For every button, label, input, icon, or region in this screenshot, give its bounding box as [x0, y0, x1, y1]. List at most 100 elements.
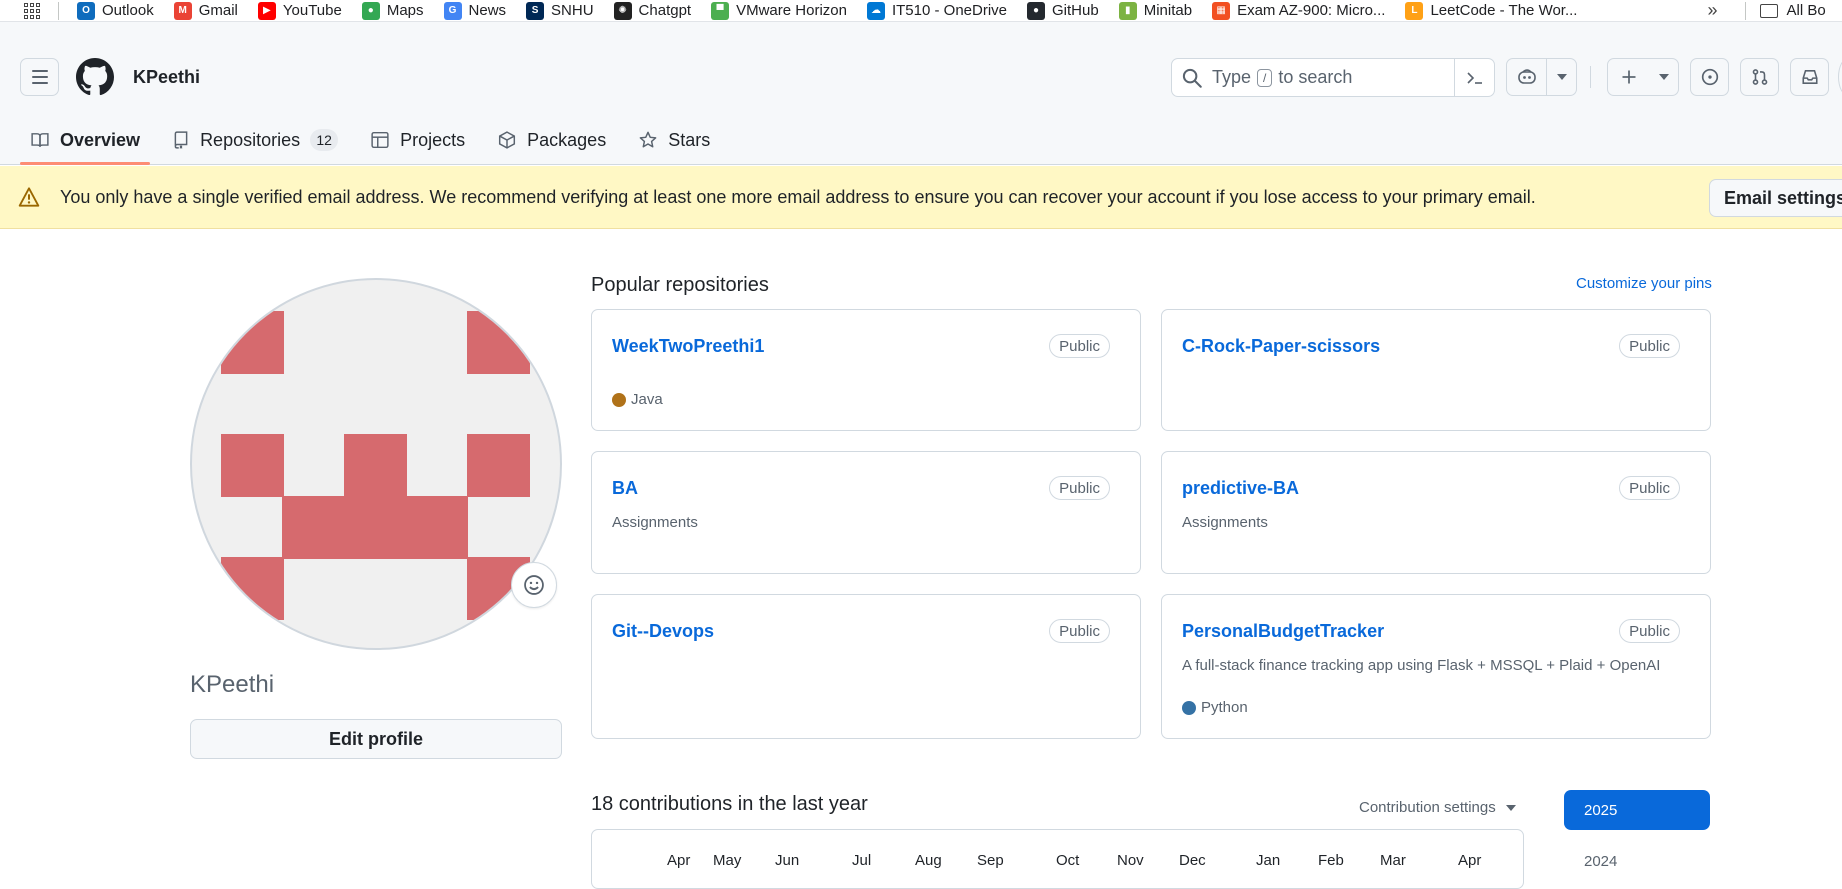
visibility-badge: Public	[1049, 619, 1110, 643]
bookmark-label: SNHU	[551, 2, 594, 19]
all-bookmarks-label: All Bo	[1786, 2, 1826, 19]
menu-button[interactable]	[20, 58, 59, 96]
command-palette-button[interactable]	[1454, 59, 1494, 96]
repo-name-link[interactable]: WeekTwoPreethi1	[612, 336, 764, 357]
tab-packages[interactable]: Packages	[487, 116, 616, 164]
repo-description: Assignments	[1182, 514, 1268, 531]
smiley-icon	[524, 575, 544, 595]
month-label: Jun	[775, 852, 800, 869]
all-bookmarks-button[interactable]: All Bo	[1745, 1, 1826, 20]
repo-description: A full-stack finance tracking app using …	[1182, 657, 1661, 674]
pull-requests-button[interactable]	[1740, 58, 1779, 96]
book-icon	[31, 133, 49, 147]
month-label: Jul	[852, 852, 872, 869]
repo-name-link[interactable]: PersonalBudgetTracker	[1182, 621, 1384, 642]
repo-language: Python	[1182, 699, 1248, 716]
create-new-button[interactable]	[1607, 58, 1679, 96]
edit-profile-button[interactable]: Edit profile	[190, 719, 562, 759]
visibility-badge: Public	[1619, 476, 1680, 500]
month-label: Nov	[1117, 852, 1144, 869]
repo-name-link[interactable]: Git--Devops	[612, 621, 714, 642]
year-link[interactable]: 2024	[1584, 853, 1617, 870]
maps-icon: ●	[361, 1, 380, 20]
apps-grid-icon[interactable]	[22, 1, 42, 21]
bookmark-item[interactable]: ● Maps	[361, 1, 424, 20]
inbox-icon	[1801, 70, 1818, 84]
contribution-settings-label: Contribution settings	[1359, 799, 1496, 816]
repo-description: Assignments	[612, 514, 698, 531]
tab-repositories[interactable]: Repositories 12	[162, 116, 348, 164]
create-dropdown-icon	[1650, 59, 1678, 95]
terminal-icon	[1466, 71, 1482, 84]
bookmark-item[interactable]: ▀ VMware Horizon	[711, 1, 847, 20]
bookmark-item[interactable]: G News	[443, 1, 506, 20]
tab-stars[interactable]: Stars	[628, 116, 720, 164]
microsoft-icon: ▦	[1212, 1, 1231, 20]
set-status-button[interactable]	[511, 562, 557, 608]
language-color-dot	[612, 392, 626, 407]
inbox-button[interactable]	[1790, 58, 1829, 96]
bookmark-item[interactable]: M Gmail	[173, 1, 238, 20]
year-button-selected[interactable]: 2025	[1564, 790, 1710, 830]
month-label: Apr	[667, 852, 691, 869]
tab-overview[interactable]: Overview	[20, 116, 151, 165]
issues-button[interactable]	[1690, 58, 1729, 96]
bookmark-label: GitHub	[1052, 2, 1099, 19]
hamburger-icon	[31, 68, 48, 86]
copilot-dropdown-icon[interactable]	[1547, 59, 1576, 95]
search-placeholder-prefix: Type	[1212, 67, 1252, 87]
github-icon: ●	[1027, 1, 1046, 20]
tab-label: Packages	[527, 129, 607, 150]
search-input[interactable]: Type / to search	[1171, 58, 1495, 97]
tab-label: Projects	[400, 129, 466, 150]
chatgpt-icon: ✺	[613, 1, 632, 20]
month-label: Apr	[1458, 852, 1482, 869]
user-avatar-button[interactable]	[1838, 58, 1842, 96]
repo-card: Git--Devops Public	[591, 594, 1141, 739]
bookmark-item[interactable]: O Outlook	[77, 1, 154, 20]
bookmarks-overflow-icon[interactable]: »	[1707, 0, 1717, 21]
repo-card: PersonalBudgetTracker Public A full-stac…	[1161, 594, 1711, 739]
bookmark-item[interactable]: L LeetCode - The Wor...	[1405, 1, 1578, 20]
bookmark-item[interactable]: ☁ IT510 - OneDrive	[866, 1, 1007, 20]
header-username[interactable]: KPeethi	[133, 67, 200, 88]
table-icon	[371, 131, 389, 149]
bookmark-item[interactable]: ▶ YouTube	[257, 1, 342, 20]
visibility-badge: Public	[1049, 476, 1110, 500]
bookmark-label: Gmail	[198, 2, 238, 19]
search-placeholder-suffix: to search	[1278, 67, 1353, 87]
avatar[interactable]	[190, 278, 562, 650]
repo-name-link[interactable]: predictive-BA	[1182, 478, 1299, 499]
tab-label: Stars	[668, 129, 711, 150]
snhu-icon: S	[526, 1, 545, 20]
copilot-icon[interactable]	[1507, 59, 1547, 95]
contribution-settings-dropdown[interactable]: Contribution settings	[1359, 799, 1516, 816]
bookmark-label: LeetCode - The Wor...	[1430, 2, 1578, 19]
folder-icon	[1760, 3, 1779, 18]
copilot-button[interactable]	[1506, 58, 1577, 96]
bookmark-item[interactable]: ▮ Minitab	[1118, 1, 1192, 20]
contributions-heading: 18 contributions in the last year	[591, 793, 868, 815]
youtube-icon: ▶	[257, 1, 276, 20]
bookmark-item[interactable]: ● GitHub	[1027, 1, 1099, 20]
bookmark-list: O Outlook M Gmail ▶ YouTube ● Maps G News S SNHU ✺ Ch…	[77, 1, 1597, 20]
repo-icon	[174, 131, 188, 149]
github-logo-icon[interactable]	[76, 58, 114, 96]
customize-pins-link[interactable]: Customize your pins	[1576, 275, 1712, 292]
bookmarks-divider	[58, 1, 59, 20]
bookmark-item[interactable]: ▦ Exam AZ-900: Micro...	[1212, 1, 1385, 20]
repo-name-link[interactable]: BA	[612, 478, 638, 499]
search-icon	[1182, 68, 1202, 88]
github-header: KPeethi Type / to search Overview Reposi…	[0, 22, 1842, 165]
alert-icon	[18, 187, 40, 207]
bookmark-item[interactable]: ✺ Chatgpt	[613, 1, 691, 20]
popular-repositories-heading: Popular repositories	[591, 274, 769, 296]
bookmark-item[interactable]: S SNHU	[526, 1, 594, 20]
gmail-icon: M	[173, 1, 192, 20]
tab-projects[interactable]: Projects	[360, 116, 475, 164]
email-settings-button[interactable]: Email settings	[1709, 179, 1842, 217]
repo-count-badge: 12	[310, 129, 339, 151]
bookmark-label: Outlook	[102, 2, 154, 19]
repo-name-link[interactable]: C-Rock-Paper-scissors	[1182, 336, 1380, 357]
month-label: Sep	[977, 852, 1004, 869]
